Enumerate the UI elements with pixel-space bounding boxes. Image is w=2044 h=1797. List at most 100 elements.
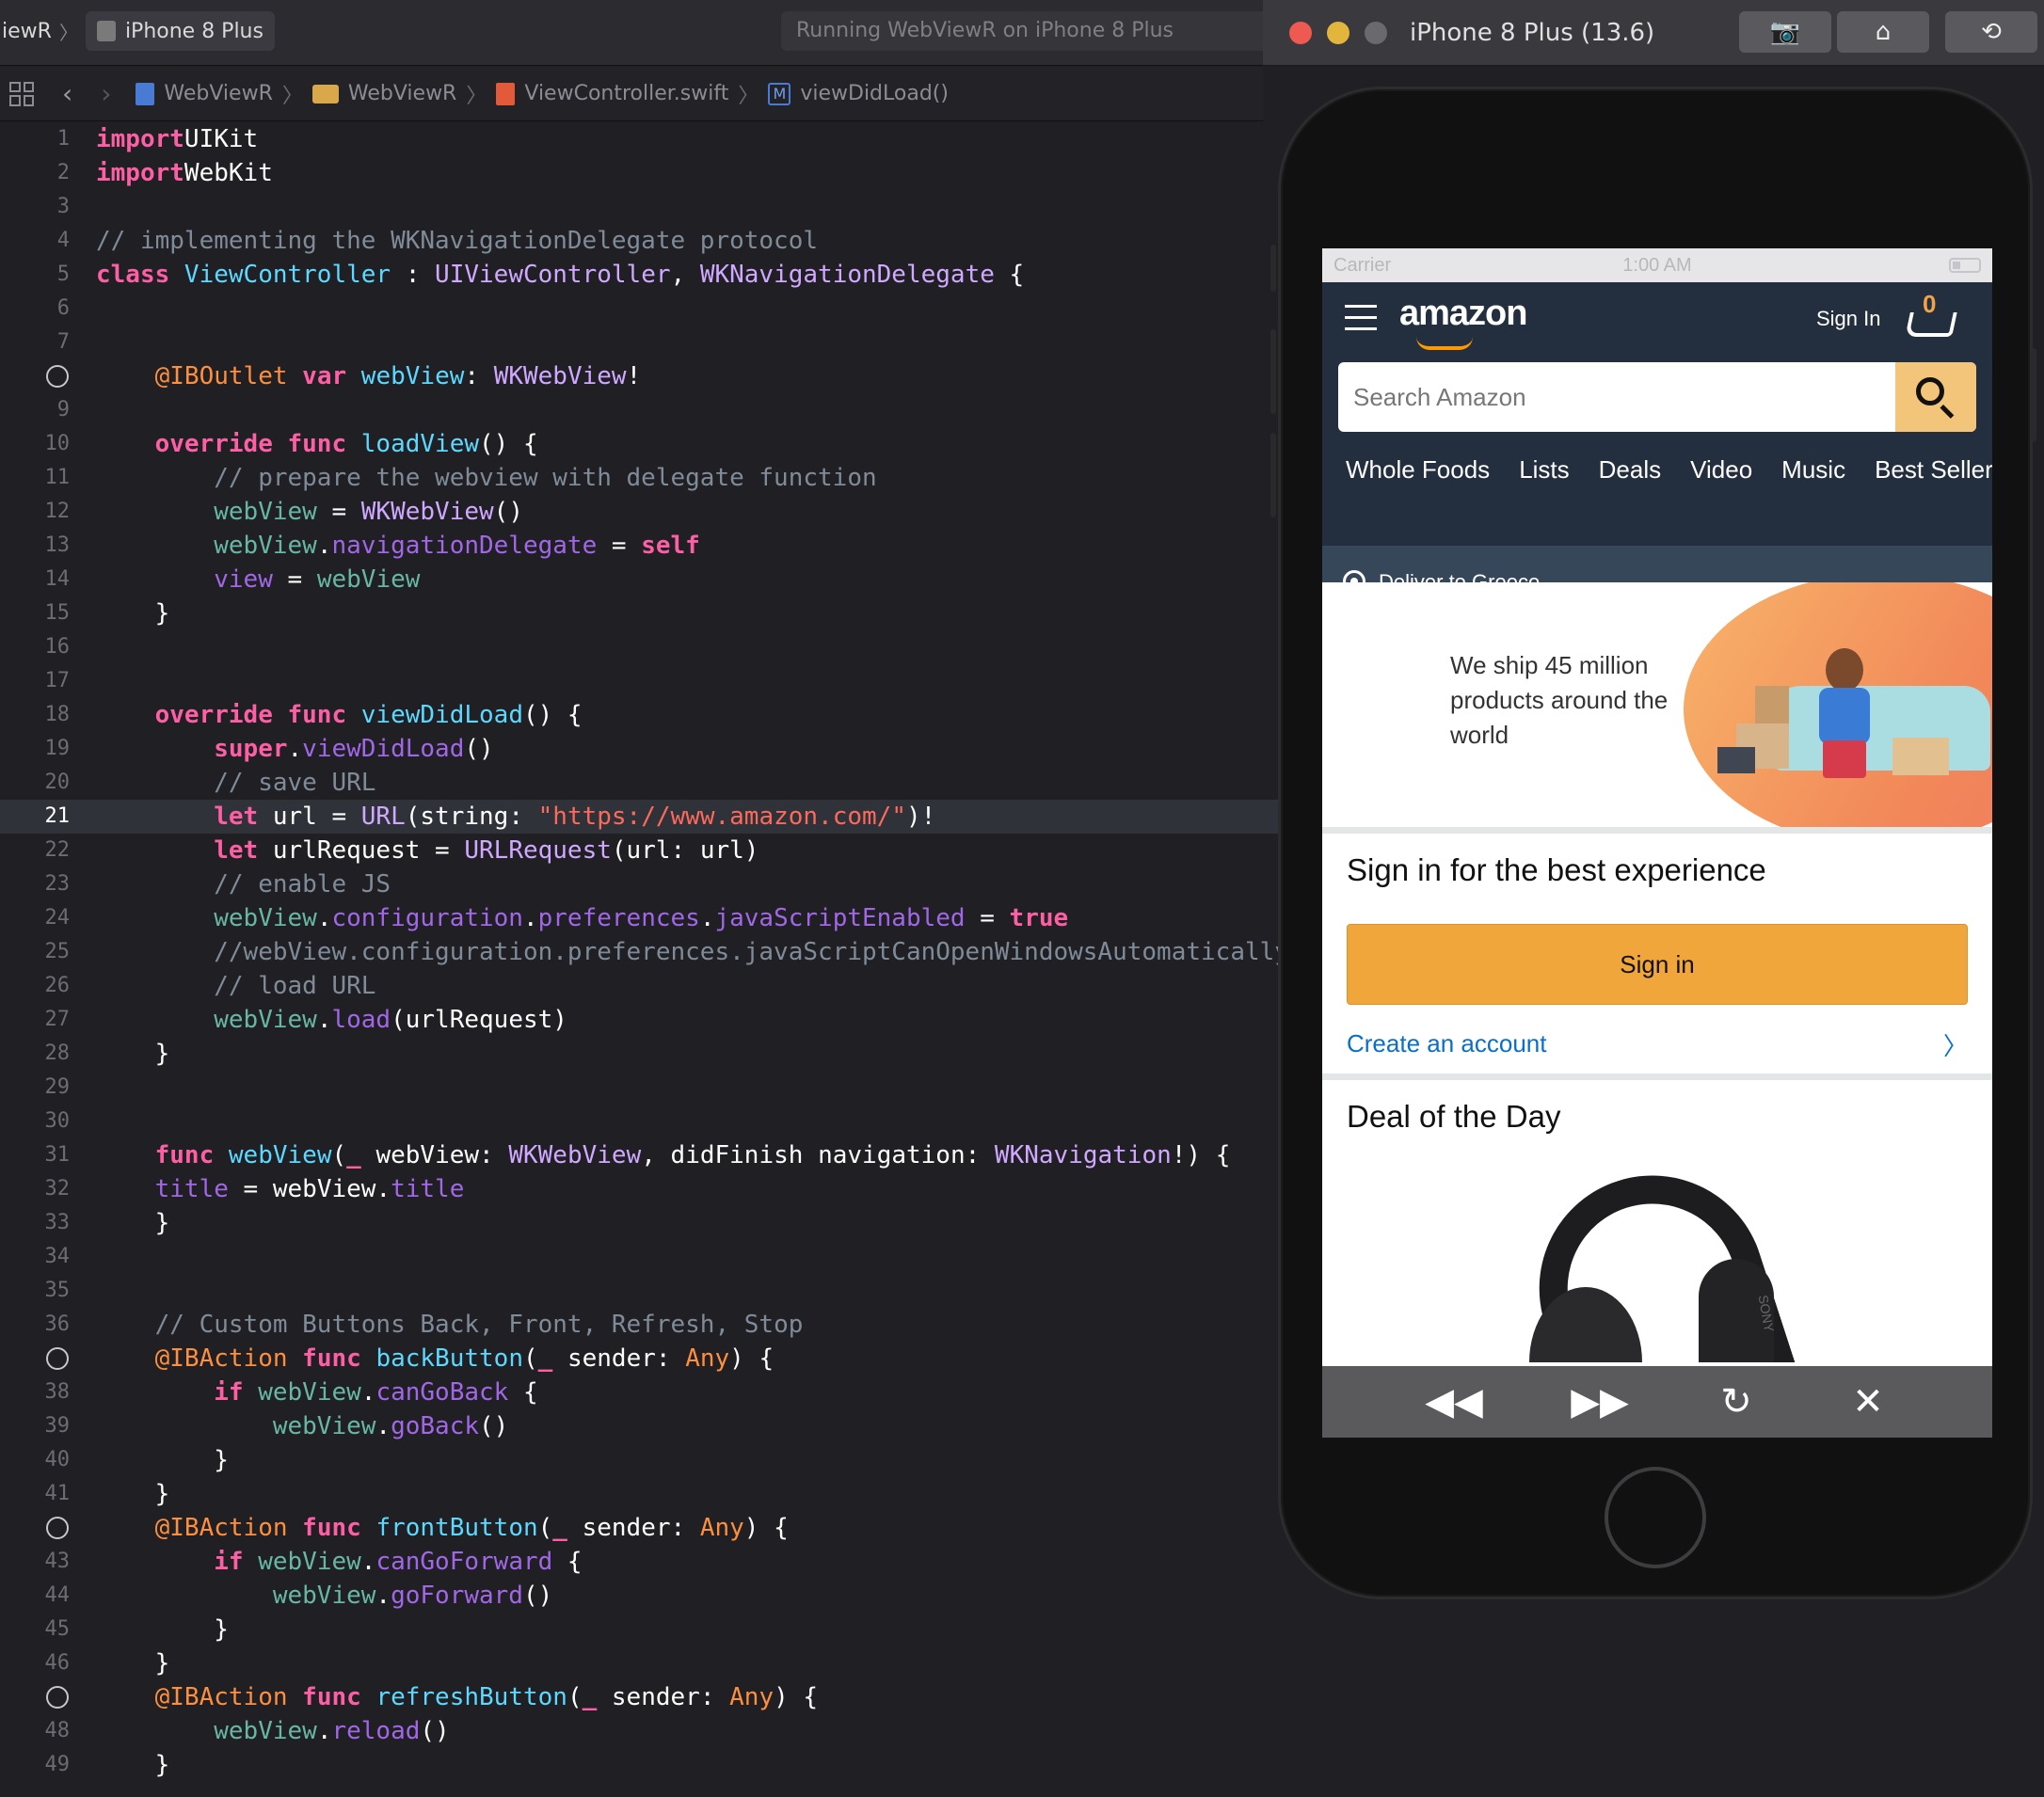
code-token: override func [154, 701, 361, 729]
chevron-right-icon[interactable]: 〉 [1943, 1027, 1968, 1062]
sign-in-button[interactable]: Sign in [1347, 924, 1968, 1005]
amazon-logo[interactable]: amazon [1399, 294, 1527, 334]
code-line[interactable]: 35 [0, 1274, 1280, 1308]
code-line[interactable]: 48 webView.reload() [0, 1714, 1280, 1748]
code-line[interactable]: 1 importUIKit [0, 122, 1280, 156]
code-line[interactable]: 27 webView.load(urlRequest) [0, 1003, 1280, 1037]
code-line[interactable]: 45 } [0, 1613, 1280, 1646]
code-line[interactable]: 14 view = webView [0, 563, 1280, 596]
code-line[interactable]: 15 } [0, 596, 1280, 630]
forward-arrow-icon[interactable]: › [101, 78, 111, 109]
code-line[interactable]: 25 //webView.configuration.preferences.j… [0, 935, 1281, 969]
code-line[interactable]: 28 } [0, 1037, 1280, 1071]
code-line[interactable]: 34 [0, 1240, 1280, 1274]
nav-link-video[interactable]: Video [1690, 455, 1752, 485]
code-line[interactable]: 21 let url = URL(string: "https://www.am… [0, 800, 1280, 834]
code-line[interactable]: 17 [0, 664, 1280, 698]
code-token: webView [258, 1548, 361, 1576]
code-line[interactable]: 7 [0, 326, 1280, 359]
create-account-link[interactable]: Create an account [1347, 1029, 1546, 1058]
zoom-window-icon[interactable] [1365, 22, 1387, 44]
code-line[interactable]: 5 class ViewController : UIViewController… [0, 258, 1280, 292]
home-button[interactable]: ⌂ [1837, 11, 1929, 53]
device-home-button[interactable] [1605, 1467, 1706, 1568]
code-line[interactable]: 43 if webView.canGoForward { [0, 1545, 1280, 1579]
breadcrumb-file[interactable]: ViewController.swift [524, 82, 728, 105]
outlet-connection-icon[interactable] [46, 1347, 69, 1370]
search-input[interactable] [1338, 362, 1893, 432]
nav-link-whole-foods[interactable]: Whole Foods [1346, 455, 1490, 485]
code-line[interactable]: @IBAction func frontButton(_ sender: Any… [0, 1511, 1280, 1545]
screenshot-button[interactable]: 📷 [1739, 11, 1831, 53]
refresh-icon[interactable]: ↻ [1699, 1366, 1774, 1438]
search-button[interactable] [1895, 362, 1976, 432]
code-line[interactable]: 31 func webView(_ webView: WKWebView, di… [0, 1138, 1280, 1172]
code-line[interactable]: 33 } [0, 1206, 1280, 1240]
code-line[interactable]: 39 webView.goBack() [0, 1409, 1280, 1443]
run-destination-label: iPhone 8 Plus [124, 19, 263, 43]
nav-link-deals[interactable]: Deals [1599, 455, 1661, 485]
code-line[interactable]: 10 override func loadView() { [0, 427, 1280, 461]
code-line[interactable]: 6 [0, 292, 1280, 326]
code-line[interactable]: 36 // Custom Buttons Back, Front, Refres… [0, 1308, 1280, 1342]
code-line[interactable]: 41 } [0, 1477, 1280, 1511]
code-line[interactable]: @IBAction func backButton(_ sender: Any)… [0, 1342, 1280, 1376]
sofa-illustration [1774, 686, 1990, 771]
code-line[interactable]: 3 [0, 190, 1280, 224]
code-line[interactable]: 22 let urlRequest = URLRequest(url: url) [0, 834, 1280, 867]
code-token: load [331, 1006, 391, 1034]
nav-link-lists[interactable]: Lists [1519, 455, 1569, 485]
code-line[interactable]: 11 // prepare the webview with delegate … [0, 461, 1280, 495]
code-line[interactable]: 24 webView.configuration.preferences.jav… [0, 901, 1280, 935]
deal-of-the-day[interactable]: Deal of the Day SONY [1322, 1080, 1992, 1362]
code-line[interactable]: 18 override func viewDidLoad() { [0, 698, 1280, 732]
fast-forward-icon[interactable]: ▶▶ [1562, 1366, 1637, 1438]
scheme-selector[interactable]: iewR 〉 iPhone 8 Plus [0, 11, 275, 51]
rotate-button[interactable]: ⟲ [1945, 11, 2037, 53]
outlet-connection-icon[interactable] [46, 365, 69, 388]
code-line[interactable]: 30 [0, 1105, 1280, 1138]
header-sign-in-link[interactable]: Sign In [1816, 307, 1881, 331]
close-window-icon[interactable] [1289, 22, 1312, 44]
code-line[interactable]: 20 // save URL [0, 766, 1280, 800]
menu-icon[interactable] [1345, 305, 1377, 331]
code-text: importUIKit [96, 122, 258, 156]
code-line[interactable]: 29 [0, 1071, 1280, 1105]
code-line[interactable]: 2 importWebKit [0, 156, 1280, 190]
code-line[interactable]: 26 // load URL [0, 969, 1280, 1003]
back-arrow-icon[interactable]: ‹ [62, 78, 72, 109]
code-line[interactable]: 4 // implementing the WKNavigationDelegat… [0, 224, 1280, 258]
nav-link-music[interactable]: Music [1781, 455, 1845, 485]
code-line[interactable]: 49 } [0, 1748, 1280, 1782]
code-line[interactable]: 12 webView = WKWebView() [0, 495, 1280, 529]
source-editor[interactable]: 1 importUIKit 2 importWebKit 3 4// implementi… [0, 122, 1280, 1797]
hero-banner[interactable]: We ship 45 million products around the w… [1322, 582, 1992, 827]
rewind-icon[interactable]: ◀◀ [1416, 1366, 1492, 1438]
code-text: webView.goForward() [96, 1579, 552, 1613]
code-line[interactable]: 16 [0, 630, 1280, 664]
breadcrumb-method[interactable]: viewDidLoad() [800, 82, 949, 105]
close-icon[interactable]: ✕ [1830, 1366, 1906, 1438]
code-line[interactable]: 44 webView.goForward() [0, 1579, 1280, 1613]
breadcrumb-project[interactable]: WebViewR [164, 82, 272, 105]
code-line[interactable]: 38 if webView.canGoBack { [0, 1376, 1280, 1409]
nav-link-best-sellers[interactable]: Best Sellers [1875, 455, 1992, 485]
outlet-connection-icon[interactable] [46, 1686, 69, 1709]
code-line[interactable]: 19 super.viewDidLoad() [0, 732, 1280, 766]
related-items-icon[interactable] [9, 81, 34, 106]
code-token: webView [272, 1582, 376, 1610]
run-destination[interactable]: iPhone 8 Plus [85, 11, 275, 51]
simulator-screen[interactable]: Carrier 1:00 AM amazon Sign In 0 Whole F… [1322, 248, 1992, 1438]
code-line[interactable]: 23 // enable JS [0, 867, 1280, 901]
breadcrumb-folder[interactable]: WebViewR [348, 82, 456, 105]
code-line[interactable]: 13 webView.navigationDelegate = self [0, 529, 1280, 563]
code-line[interactable]: 9 [0, 393, 1280, 427]
code-line[interactable]: @IBAction func refreshButton(_ sender: A… [0, 1680, 1280, 1714]
code-line[interactable]: 40 } [0, 1443, 1280, 1477]
minimize-window-icon[interactable] [1327, 22, 1349, 44]
code-line[interactable]: @IBOutlet var webView: WKWebView! [0, 359, 1280, 393]
cart-button[interactable]: 0 [1902, 290, 1960, 342]
outlet-connection-icon[interactable] [46, 1517, 69, 1539]
code-line[interactable]: 32 title = webView.title [0, 1172, 1280, 1206]
code-line[interactable]: 46 } [0, 1646, 1280, 1680]
